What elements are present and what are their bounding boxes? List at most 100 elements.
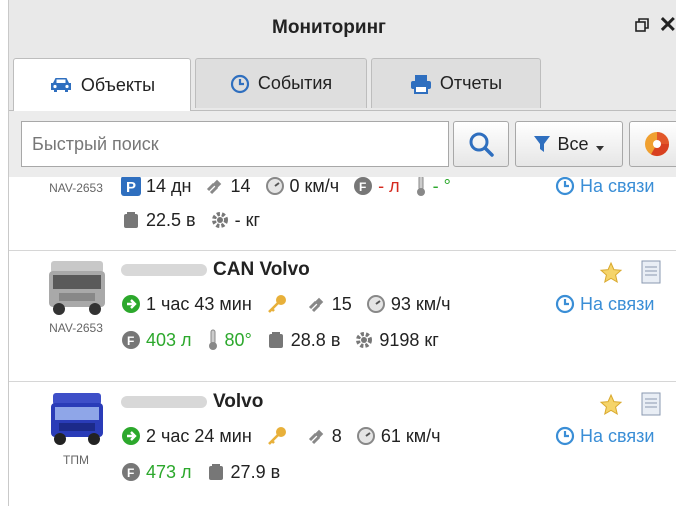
title-bar: Мониторинг ✕: [9, 0, 676, 56]
filter-label: Все: [557, 133, 589, 154]
vehicle-name-label: Volvo: [213, 391, 264, 412]
connection-status: На связи: [555, 177, 654, 203]
weight-value: 9198 кг: [379, 329, 439, 350]
monitoring-panel: Мониторинг ✕ Объекты События Отчеты Быст…: [8, 0, 676, 506]
weight-value: - кг: [234, 209, 261, 230]
voltage-value: 27.9 в: [230, 461, 281, 482]
gear-icon: [356, 332, 373, 348]
moving-arrow-icon: [122, 295, 140, 313]
restore-window-icon[interactable]: [635, 18, 649, 32]
vehicle-name: Volvo: [121, 385, 263, 419]
parking-duration: 14 дн: [146, 177, 192, 196]
redacted-name-part: [121, 264, 207, 276]
redacted-name-part: [121, 396, 207, 408]
thermometer-icon: [208, 329, 217, 350]
vehicle-plate: NAV-2653: [49, 181, 103, 195]
tab-events[interactable]: События: [195, 58, 367, 108]
voltage-value: 22.5 в: [146, 209, 196, 230]
filter-icon: [534, 136, 551, 152]
clock-icon: [555, 294, 575, 314]
fuel-icon: F: [122, 331, 140, 349]
tab-reports[interactable]: Отчеты: [371, 58, 541, 108]
star-icon[interactable]: [599, 261, 623, 285]
clock-icon: [555, 426, 575, 446]
car-icon: [50, 78, 71, 92]
list-item[interactable]: NAV-2653 CAN Volvo 1 час 43 мин 15 93 км…: [9, 251, 676, 382]
truck-image: [49, 261, 105, 315]
parking-icon: P: [121, 177, 141, 196]
battery-icon: [208, 464, 223, 480]
satellite-icon: [308, 297, 324, 313]
search-icon: [469, 132, 494, 157]
connection-status: На связи: [555, 419, 654, 453]
voltage-value: 28.8 в: [290, 329, 341, 350]
search-button[interactable]: [453, 121, 509, 167]
speed-value: 93 км/ч: [390, 293, 451, 314]
temperature-value: 80°: [224, 329, 252, 350]
moving-arrow-icon: [122, 427, 140, 445]
ignition-key-icon: [267, 427, 286, 445]
vehicle-metrics-line-1: 1 час 43 мин 15 93 км/ч: [121, 287, 450, 321]
connection-status: На связи: [555, 287, 654, 321]
svg-text:P: P: [126, 179, 136, 196]
extra-options-button[interactable]: [629, 121, 676, 167]
truck-image: [51, 393, 103, 445]
satellite-icon: [207, 179, 222, 195]
fuel-icon: F: [354, 177, 373, 195]
satellite-count: 14: [230, 177, 251, 196]
quick-search-input[interactable]: [21, 121, 449, 167]
pie-chart-icon: [645, 132, 669, 157]
fuel-level: - л: [378, 177, 400, 196]
satellite-icon: [308, 429, 324, 445]
battery-icon: [268, 332, 283, 348]
svg-text:F: F: [127, 466, 134, 480]
tab-objects[interactable]: Объекты: [13, 58, 191, 111]
tab-objects-label: Объекты: [80, 74, 156, 95]
vehicle-metrics-line-1: 2 час 24 мин 8 61 км/ч: [121, 419, 440, 453]
chevron-down-icon: [595, 146, 604, 151]
satellite-count: 15: [331, 293, 352, 314]
satellite-count: 8: [331, 425, 342, 446]
notes-icon[interactable]: [639, 391, 663, 417]
tab-events-label: События: [257, 73, 333, 93]
ignition-key-icon: [267, 295, 286, 313]
battery-icon: [124, 212, 138, 228]
speedometer-icon: [366, 295, 385, 313]
fuel-level: 403 л: [146, 329, 192, 350]
vehicle-plate: NAV-2653: [49, 321, 103, 335]
close-icon[interactable]: ✕: [659, 12, 676, 38]
svg-text:F: F: [359, 180, 366, 194]
clock-icon: [230, 74, 249, 93]
panel-title: Мониторинг: [272, 17, 386, 38]
notes-icon[interactable]: [639, 259, 663, 285]
vehicle-metrics-line-2: F 403 л 80° 28.8 в 9198 кг: [121, 323, 439, 357]
gear-icon: [211, 212, 228, 228]
filter-dropdown[interactable]: Все: [515, 121, 623, 167]
speed-value: 61 км/ч: [380, 425, 441, 446]
star-icon[interactable]: [599, 393, 623, 417]
connection-status-label: На связи: [580, 425, 655, 446]
vehicle-metrics-line-2: 22.5 в - кг: [121, 203, 260, 237]
connection-status-label: На связи: [580, 293, 655, 314]
tab-bar: Объекты События Отчеты: [9, 56, 676, 111]
vehicle-name-label: CAN Volvo: [213, 259, 310, 280]
speed-value: 0 км/ч: [289, 177, 340, 196]
trip-duration: 1 час 43 мин: [146, 293, 252, 314]
toolbar: Все: [9, 111, 676, 177]
thermometer-icon: [416, 177, 425, 196]
vehicle-metrics-line-1: P 14 дн 14 0 км/ч F - л - °: [121, 177, 451, 203]
vehicle-list[interactable]: NAV-2653 P 14 дн 14 0 км/ч F - л - ° На …: [9, 177, 676, 506]
trip-duration: 2 час 24 мин: [146, 425, 252, 446]
vehicle-name: CAN Volvo: [121, 253, 310, 287]
temperature-value: - °: [432, 177, 451, 196]
svg-text:F: F: [127, 334, 134, 348]
fuel-icon: F: [122, 463, 140, 481]
clock-icon: [555, 177, 575, 196]
list-item[interactable]: ТПМ Volvo 2 час 24 мин 8 61 км/ч На связ…: [9, 383, 676, 506]
vehicle-metrics-line-2: F 473 л 27.9 в: [121, 455, 280, 489]
speedometer-icon: [265, 177, 284, 195]
list-item[interactable]: NAV-2653 P 14 дн 14 0 км/ч F - л - ° На …: [9, 177, 676, 251]
fuel-level: 473 л: [146, 461, 192, 482]
speedometer-icon: [356, 427, 375, 445]
printer-icon: [410, 74, 431, 94]
